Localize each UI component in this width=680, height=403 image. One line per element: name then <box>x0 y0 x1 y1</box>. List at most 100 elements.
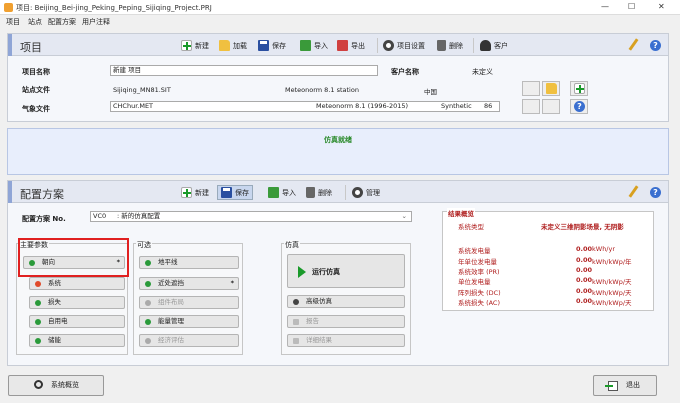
losses-button[interactable]: 损失 <box>29 296 125 309</box>
export-project-button[interactable]: 导出 <box>337 38 365 53</box>
folder-icon <box>219 40 230 51</box>
highlight-box <box>18 238 129 277</box>
import-variant-button[interactable]: 导入 <box>268 185 296 200</box>
status-dot-icon <box>35 338 41 344</box>
result-row: 单位发电量 0.00 kWh/kWp/天 <box>458 276 632 286</box>
client-button[interactable]: 客户 <box>480 38 508 53</box>
title-bar: 项目: Beijing_Bei-jing_Peking_Peping_Sijiq… <box>0 0 680 15</box>
exit-icon <box>605 381 618 391</box>
menu-bar: 项目 站点 配置方案 用户注释 <box>0 15 680 28</box>
site-open-button[interactable] <box>542 81 560 96</box>
chevron-down-icon: ⌄ <box>401 212 407 220</box>
exit-button[interactable]: 退出 <box>593 375 657 396</box>
import-icon <box>300 40 311 51</box>
delete-variant-button[interactable]: 删除 <box>306 185 332 200</box>
save-variant-button[interactable]: 保存 <box>217 185 253 200</box>
system-type-row: 系统类型 未定义三维阴影场景, 无阴影 <box>458 221 658 231</box>
meteo-file-label: 气象文件 <box>22 105 50 113</box>
result-row: 年单位发电量 0.00 kWh/kWp/年 <box>458 256 632 266</box>
save-project-button[interactable]: 保存 <box>258 38 286 53</box>
project-name-label: 项目名称 <box>22 68 50 76</box>
chart-icon <box>293 338 299 344</box>
minimize-button[interactable]: — <box>601 2 609 11</box>
new-project-button[interactable]: 新建 <box>181 38 209 53</box>
advanced-simulation-button[interactable]: 高级仿真 <box>287 295 405 308</box>
status-message: 仿真就绪 <box>324 136 352 144</box>
simulation-title: 仿真 <box>284 240 300 250</box>
folder-icon <box>546 83 557 94</box>
delete-project-button[interactable]: 删除 <box>437 38 463 53</box>
system-button[interactable]: 系统 <box>29 277 125 290</box>
variant-header: 配置方案 新建 保存 导入 删除 管理 ? <box>8 181 668 203</box>
system-type-label: 系统类型 <box>458 223 484 231</box>
status-dot-icon <box>35 281 41 287</box>
help-icon: ? <box>574 101 585 112</box>
menu-project[interactable]: 项目 <box>6 17 20 27</box>
app-icon <box>4 3 13 12</box>
close-button[interactable]: ✕ <box>658 2 665 11</box>
status-dot-icon <box>145 260 151 266</box>
status-dot-icon <box>145 319 151 325</box>
window-title: 项目: Beijing_Bei-jing_Peking_Peping_Sijiq… <box>16 4 212 12</box>
menu-variant[interactable]: 配置方案 <box>48 17 76 27</box>
meteo-help-button[interactable]: ? <box>570 99 588 114</box>
site-search-button[interactable] <box>522 81 540 96</box>
plus-icon <box>574 83 585 94</box>
import-project-button[interactable]: 导入 <box>300 38 328 53</box>
variant-no-label: 配置方案 No. <box>22 215 66 223</box>
meteo-search-button[interactable] <box>522 99 540 114</box>
storage-button[interactable]: 储能 <box>29 334 125 347</box>
meteo-db-button[interactable] <box>542 99 560 114</box>
horizon-button[interactable]: 地平线 <box>139 256 239 269</box>
status-dot-icon <box>145 300 151 306</box>
variant-title: 配置方案 <box>20 188 64 201</box>
trash-icon <box>437 40 446 51</box>
maximize-button[interactable]: ☐ <box>628 2 635 11</box>
site-new-button[interactable] <box>570 81 588 96</box>
play-icon <box>298 266 306 278</box>
project-settings-button[interactable]: 项目设置 <box>383 38 425 53</box>
export-icon <box>337 40 348 51</box>
gear-icon <box>383 40 394 51</box>
system-overview-button[interactable]: 系统概览 <box>8 375 104 396</box>
pencil-icon[interactable] <box>628 185 639 198</box>
result-row: 系统损失 (AC) 0.00 kWh/kWp/天 <box>458 297 632 307</box>
site-country: 中国 <box>424 88 437 96</box>
result-row: 系统发电量 0.00 kWh/yr <box>458 245 616 255</box>
run-simulation-button[interactable]: 运行仿真 <box>287 254 405 288</box>
client-name-value: 未定义 <box>472 68 493 76</box>
project-name-input[interactable]: 新建 项目 <box>110 65 378 76</box>
variant-select[interactable]: VC0 : 新的仿真配置 ⌄ <box>90 211 412 222</box>
energy-management-button[interactable]: 能量管理 <box>139 315 239 328</box>
report-button[interactable]: 报告 <box>287 315 405 328</box>
help-icon[interactable]: ? <box>650 187 661 198</box>
save-icon <box>258 40 269 51</box>
manage-variant-button[interactable]: 管理 <box>352 185 380 200</box>
module-layout-button[interactable]: 组件布局 <box>139 296 239 309</box>
help-icon[interactable]: ? <box>650 40 661 51</box>
meteo-file-select[interactable]: CHChur.MET Meteonorm 8.1 (1996-2015) Syn… <box>110 101 500 112</box>
site-file-name: Sijiqing_MN81.SIT <box>113 86 171 94</box>
optional-title: 可选 <box>136 240 152 250</box>
detailed-results-button[interactable]: 详细结果 <box>287 334 405 347</box>
client-name-label: 客户名称 <box>391 68 419 76</box>
results-title: 结果概览 <box>447 208 475 218</box>
menu-site[interactable]: 站点 <box>28 17 42 27</box>
report-icon <box>293 319 299 325</box>
trash-icon <box>306 187 315 198</box>
gear-icon <box>352 187 363 198</box>
pencil-icon[interactable] <box>628 38 639 51</box>
new-variant-button[interactable]: 新建 <box>181 185 209 200</box>
status-dot-icon <box>145 338 151 344</box>
near-shading-button[interactable]: 近处遮挡 * <box>139 277 239 290</box>
result-row: 系统效率 (PR) 0.00 <box>458 266 593 276</box>
self-consumption-button[interactable]: 自用电 <box>29 315 125 328</box>
economic-evaluation-button[interactable]: 经济评估 <box>139 334 239 347</box>
status-dot-icon <box>35 300 41 306</box>
status-dot-icon <box>145 281 151 287</box>
plus-icon <box>181 40 192 51</box>
project-title: 项目 <box>20 41 42 54</box>
menu-user-notes[interactable]: 用户注释 <box>82 17 110 27</box>
status-dot-icon <box>35 319 41 325</box>
load-project-button[interactable]: 加载 <box>219 38 247 53</box>
